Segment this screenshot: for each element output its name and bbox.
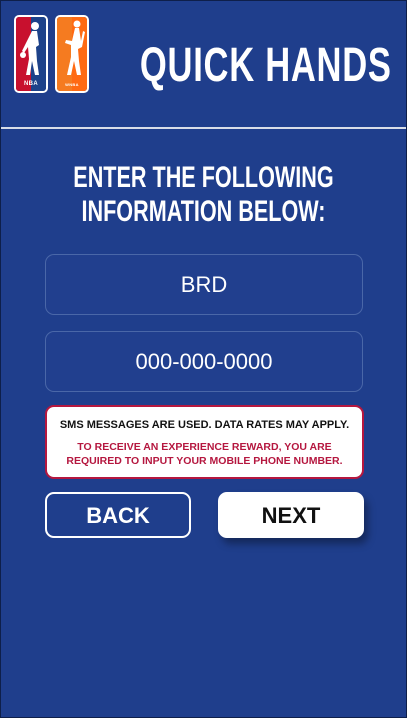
next-button[interactable]: NEXT — [218, 492, 364, 538]
initials-input[interactable] — [45, 254, 363, 315]
phone-number-input[interactable] — [45, 331, 363, 392]
header: NBA WNBA QUICK HANDS — [1, 1, 406, 127]
nba-logo-icon: NBA — [14, 15, 48, 93]
sms-notice: SMS MESSAGES ARE USED. DATA RATES MAY AP… — [45, 405, 364, 479]
back-button[interactable]: BACK — [45, 492, 191, 538]
form-instructions: ENTER THE FOLLOWING INFORMATION BELOW: — [73, 161, 334, 228]
app-frame: NBA WNBA QUICK HANDS ENTER THE FOLLOWING… — [0, 0, 407, 718]
header-divider — [1, 127, 406, 129]
wnba-logo-icon: WNBA — [55, 15, 89, 93]
nba-logo-label: NBA — [24, 81, 38, 87]
reward-notice-text: TO RECEIVE AN EXPERIENCE REWARD, YOU ARE… — [66, 441, 343, 467]
wnba-logo-label: WNBA — [65, 82, 79, 87]
page-title: QUICK HANDS — [140, 39, 392, 92]
sms-notice-text: SMS MESSAGES ARE USED. DATA RATES MAY AP… — [59, 419, 350, 431]
